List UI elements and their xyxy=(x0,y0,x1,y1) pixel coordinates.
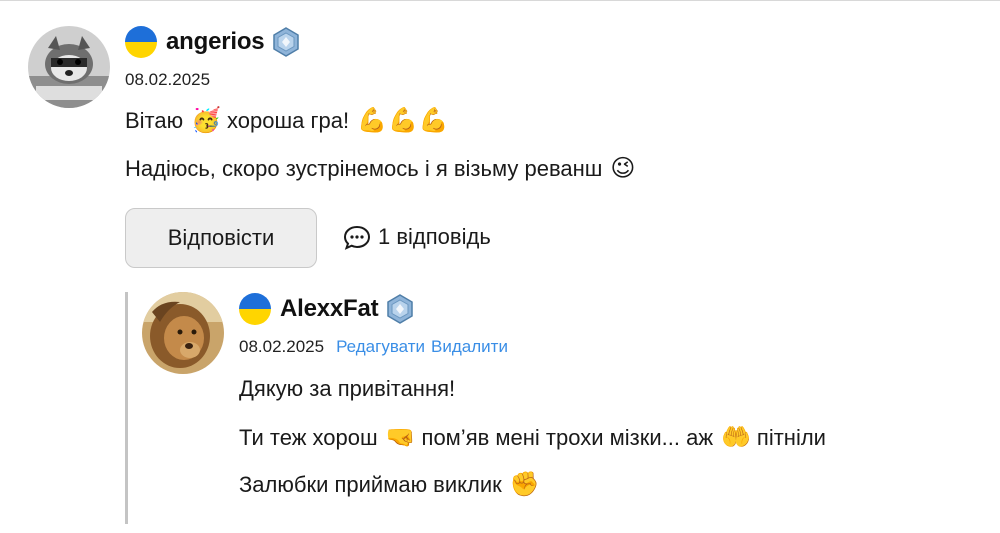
right-fist-emoji: 🤜 xyxy=(385,424,416,451)
avatar-alexxfat[interactable] xyxy=(142,292,224,374)
muscle-emoji: 💪 xyxy=(388,107,418,134)
reply-author-row: AlexxFat xyxy=(239,291,415,327)
comment-date: 08.02.2025 xyxy=(125,70,211,89)
speech-bubble-icon xyxy=(343,225,371,250)
comment-text-segment: Вітаю xyxy=(125,108,184,133)
comment-text-line-2: Надіюсь, скоро зустрінемось і я візьму р… xyxy=(125,156,638,182)
palms-up-emoji: 🤲 xyxy=(721,424,751,451)
reply-text-segment: Ти теж хорош xyxy=(239,425,378,450)
reply-text-segment: Залюбки приймаю виклик xyxy=(239,472,502,497)
avatar-angerios[interactable] xyxy=(28,26,110,108)
comment-text-line-1: Вітаю 🥳 хороша гра! 💪 💪 💪 xyxy=(125,108,452,134)
ukraine-flag-icon xyxy=(125,26,157,58)
raised-fist-emoji: ✊ xyxy=(509,471,540,498)
top-divider xyxy=(0,0,1000,1)
crystal-badge-icon xyxy=(271,27,301,57)
reply-text-segment: Дякую за привітання! xyxy=(239,376,456,401)
reply-meta: 08.02.2025 Редагувати Видалити xyxy=(239,337,508,357)
reply-author-name[interactable]: AlexxFat xyxy=(280,295,379,323)
reply-text-segment: пом’яв мені трохи мізки... аж xyxy=(421,425,714,450)
reply-text-line-1: Дякую за привітання! xyxy=(239,376,455,402)
comment-text-segment: хороша гра! xyxy=(227,108,350,133)
reply-text-line-2: Ти теж хорош 🤜 пом’яв мені трохи мізки..… xyxy=(239,425,826,451)
comment-meta: 08.02.2025 xyxy=(125,70,210,90)
ukraine-flag-icon xyxy=(239,293,271,325)
delete-link[interactable]: Видалити xyxy=(431,337,508,357)
reply-text-line-3: Залюбки приймаю виклик ✊ xyxy=(239,472,543,498)
replies-count-link[interactable]: 1 відповідь xyxy=(342,222,491,252)
muscle-emoji: 💪 xyxy=(357,107,387,134)
reply-text-segment: пітніли xyxy=(756,425,826,450)
reply-thread-line xyxy=(125,292,128,524)
replies-count-label: 1 відповідь xyxy=(378,224,491,249)
comment-text-segment: Надіюсь, скоро зустрінемось і я візьму р… xyxy=(125,156,603,181)
crystal-badge-icon xyxy=(385,294,415,324)
reply-date: 08.02.2025 xyxy=(239,337,325,356)
party-face-emoji: 🥳 xyxy=(191,107,222,134)
comment-author-name[interactable]: angerios xyxy=(166,28,265,56)
edit-link[interactable]: Редагувати xyxy=(336,337,425,357)
reply-button[interactable]: Відповісти xyxy=(125,208,317,268)
muscle-emoji: 💪 xyxy=(418,107,449,134)
wink-emoji: 😉 xyxy=(610,155,636,182)
comment-author-row: angerios xyxy=(125,24,301,60)
